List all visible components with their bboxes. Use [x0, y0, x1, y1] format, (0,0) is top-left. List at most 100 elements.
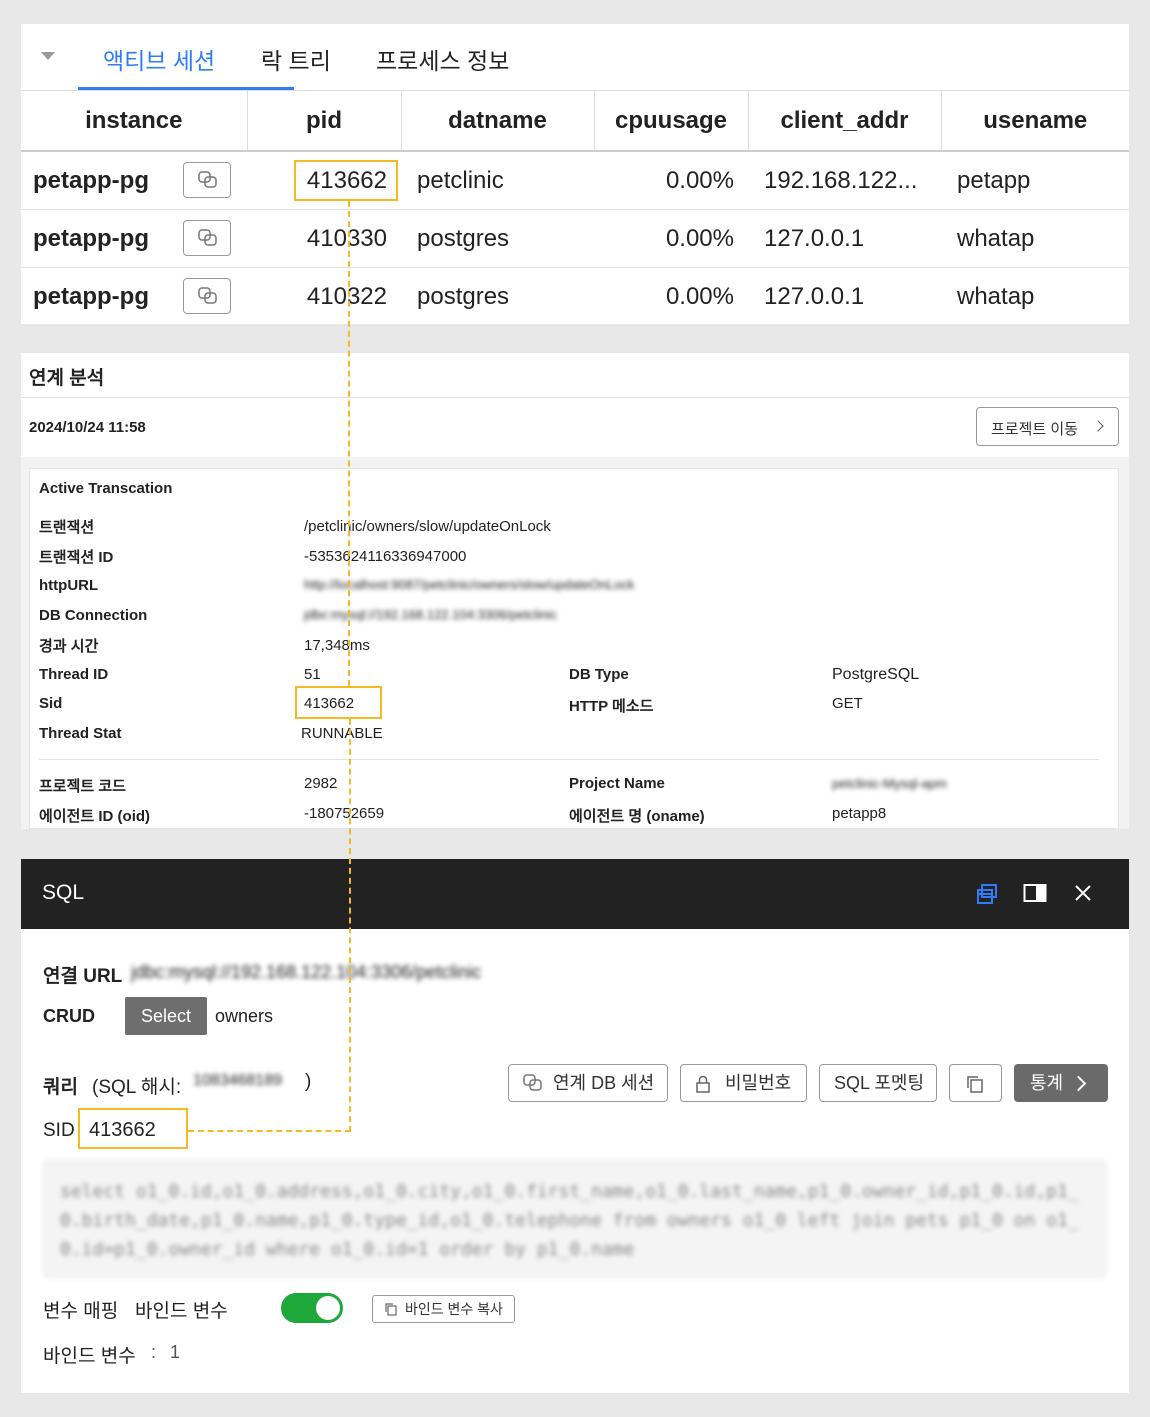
- transaction-id-value: -5353624116336947000: [304, 548, 467, 565]
- datname-cell: postgres: [401, 209, 594, 268]
- password-label: 비밀번호: [725, 1073, 792, 1093]
- client-addr-cell: 127.0.0.1: [748, 267, 941, 326]
- thread-stat-value: RUNNABLE: [301, 725, 383, 742]
- analysis-title: 연계 분석: [29, 368, 105, 389]
- collapse-caret-icon[interactable]: [41, 52, 55, 60]
- cpuusage-cell: 0.00%: [594, 151, 748, 210]
- table-row[interactable]: petapp-pg 413662 petclinic 0.00% 192.168…: [21, 151, 1129, 210]
- password-button[interactable]: 비밀번호: [680, 1064, 807, 1102]
- bind-variables-separator: :: [151, 1342, 157, 1362]
- instance-name: petapp-pg: [33, 282, 149, 310]
- crud-table: owners: [215, 1006, 274, 1026]
- table-header-row: instance pid datname cpuusage client_add…: [21, 91, 1129, 152]
- bind-variables-label: 바인드 변수: [43, 1346, 136, 1367]
- linked-session-button[interactable]: [183, 162, 231, 198]
- thread-id-label: Thread ID: [39, 666, 109, 683]
- pid-highlight-box: [294, 160, 398, 201]
- project-move-button[interactable]: 프로젝트 이동: [976, 407, 1119, 446]
- agent-id-value: -180752659: [304, 805, 385, 822]
- sql-sid-highlight-box: [78, 1108, 188, 1149]
- project-name-label: Project Name: [569, 775, 665, 792]
- agent-id-label: 에이전트 ID (oid): [39, 808, 151, 825]
- http-url-value: http://localhost:9087/petclinic/owners/s…: [304, 577, 635, 592]
- divider: [21, 397, 1129, 398]
- column-header-client-addr[interactable]: client_addr: [748, 91, 942, 152]
- client-addr-cell: 192.168.122...: [748, 151, 941, 210]
- cpuusage-cell: 0.00%: [594, 209, 748, 268]
- db-connection-label: DB Connection: [39, 607, 148, 624]
- sql-hash-value: 1083468189: [193, 1072, 282, 1089]
- statistics-button[interactable]: 통계: [1014, 1064, 1108, 1102]
- agent-name-value: petapp8: [832, 805, 887, 822]
- active-transaction-card: Active Transcation 트랜잭션 /petclinic/owner…: [29, 468, 1119, 829]
- bind-variable-toggle[interactable]: [281, 1293, 343, 1323]
- session-table: instance pid datname cpuusage client_add…: [21, 91, 1129, 326]
- bind-variable-toggle-label: 바인드 변수: [135, 1301, 228, 1322]
- new-window-icon[interactable]: [976, 883, 998, 905]
- tab-process-info[interactable]: 프로세스 정보: [376, 42, 509, 76]
- sid-label: Sid: [39, 695, 63, 712]
- column-header-cpuusage[interactable]: cpuusage: [594, 91, 749, 152]
- column-header-datname[interactable]: datname: [401, 91, 595, 152]
- instance-name: petapp-pg: [33, 224, 149, 252]
- project-move-label: 프로젝트 이동: [991, 421, 1078, 438]
- copy-icon: [385, 1303, 397, 1316]
- copy-bind-variables-button[interactable]: 바인드 변수 복사: [372, 1295, 515, 1323]
- project-code-value: 2982: [304, 775, 338, 792]
- datname-cell: petclinic: [401, 151, 594, 210]
- client-addr-cell: 127.0.0.1: [748, 209, 941, 268]
- card-title: Active Transcation: [39, 480, 173, 497]
- sql-header: SQL: [21, 859, 1129, 929]
- close-icon[interactable]: [1073, 883, 1093, 903]
- table-row[interactable]: petapp-pg 410322 postgres 0.00% 127.0.0.…: [21, 267, 1129, 326]
- transaction-id-label: 트랜잭션 ID: [39, 549, 114, 566]
- copy-bind-variables-label: 바인드 변수 복사: [405, 1301, 503, 1317]
- thread-stat-label: Thread Stat: [39, 725, 122, 742]
- lock-icon: [696, 1075, 710, 1093]
- column-header-usename[interactable]: usename: [941, 91, 1129, 152]
- pid-cell: 410322: [247, 267, 401, 326]
- http-method-label: HTTP 메소드: [569, 698, 654, 715]
- agent-name-label: 에이전트 명 (oname): [569, 808, 705, 825]
- table-row[interactable]: petapp-pg 410330 postgres 0.00% 127.0.0.…: [21, 209, 1129, 268]
- side-panel-icon[interactable]: [1023, 883, 1047, 903]
- sql-hash-prefix: (SQL 해시:: [92, 1077, 182, 1098]
- connection-url-label: 연결 URL: [43, 966, 123, 987]
- transaction-value: /petclinic/owners/slow/updateOnLock: [304, 518, 551, 535]
- linked-db-session-button[interactable]: 연계 DB 세션: [508, 1064, 668, 1102]
- sid-highlight-box: [295, 686, 382, 719]
- instance-cell: petapp-pg: [21, 209, 247, 268]
- link-copy-icon: [198, 171, 217, 188]
- sql-format-button[interactable]: SQL 포멧팅: [819, 1064, 937, 1102]
- thread-id-value: 51: [304, 666, 321, 683]
- project-code-label: 프로젝트 코드: [39, 778, 126, 795]
- chevron-right-icon: [1092, 420, 1104, 432]
- linked-db-session-label: 연계 DB 세션: [553, 1073, 655, 1093]
- bind-variables-value: 1: [170, 1342, 181, 1362]
- cpuusage-cell: 0.00%: [594, 267, 748, 326]
- link-copy-icon: [523, 1074, 542, 1091]
- http-url-label: httpURL: [39, 577, 99, 594]
- connector-line: [348, 201, 350, 686]
- db-type-value: PostgreSQL: [832, 666, 920, 683]
- instance-cell: petapp-pg: [21, 267, 247, 326]
- column-header-instance[interactable]: instance: [21, 91, 248, 152]
- statistics-label: 통계: [1030, 1073, 1064, 1093]
- connector-line: [188, 1130, 351, 1132]
- column-header-pid[interactable]: pid: [247, 91, 402, 152]
- instance-cell: petapp-pg: [21, 151, 247, 210]
- tab-bar: 액티브 세션 락 트리 프로세스 정보: [21, 24, 1129, 91]
- tab-active-session[interactable]: 액티브 세션: [103, 42, 215, 76]
- linked-session-button[interactable]: [183, 220, 231, 256]
- analysis-datetime: 2024/10/24 11:58: [29, 419, 146, 436]
- linked-session-button[interactable]: [183, 278, 231, 314]
- divider: [39, 759, 1099, 760]
- linked-analysis-panel: 연계 분석 2024/10/24 11:58 프로젝트 이동 Active Tr…: [21, 353, 1129, 829]
- link-copy-icon: [198, 229, 217, 246]
- crud-badge: Select: [125, 997, 207, 1035]
- elapsed-label: 경과 시간: [39, 638, 99, 655]
- instance-name: petapp-pg: [33, 166, 149, 194]
- tab-lock-tree[interactable]: 락 트리: [261, 42, 331, 76]
- crud-label: CRUD: [43, 1006, 95, 1026]
- copy-query-button[interactable]: [949, 1064, 1002, 1102]
